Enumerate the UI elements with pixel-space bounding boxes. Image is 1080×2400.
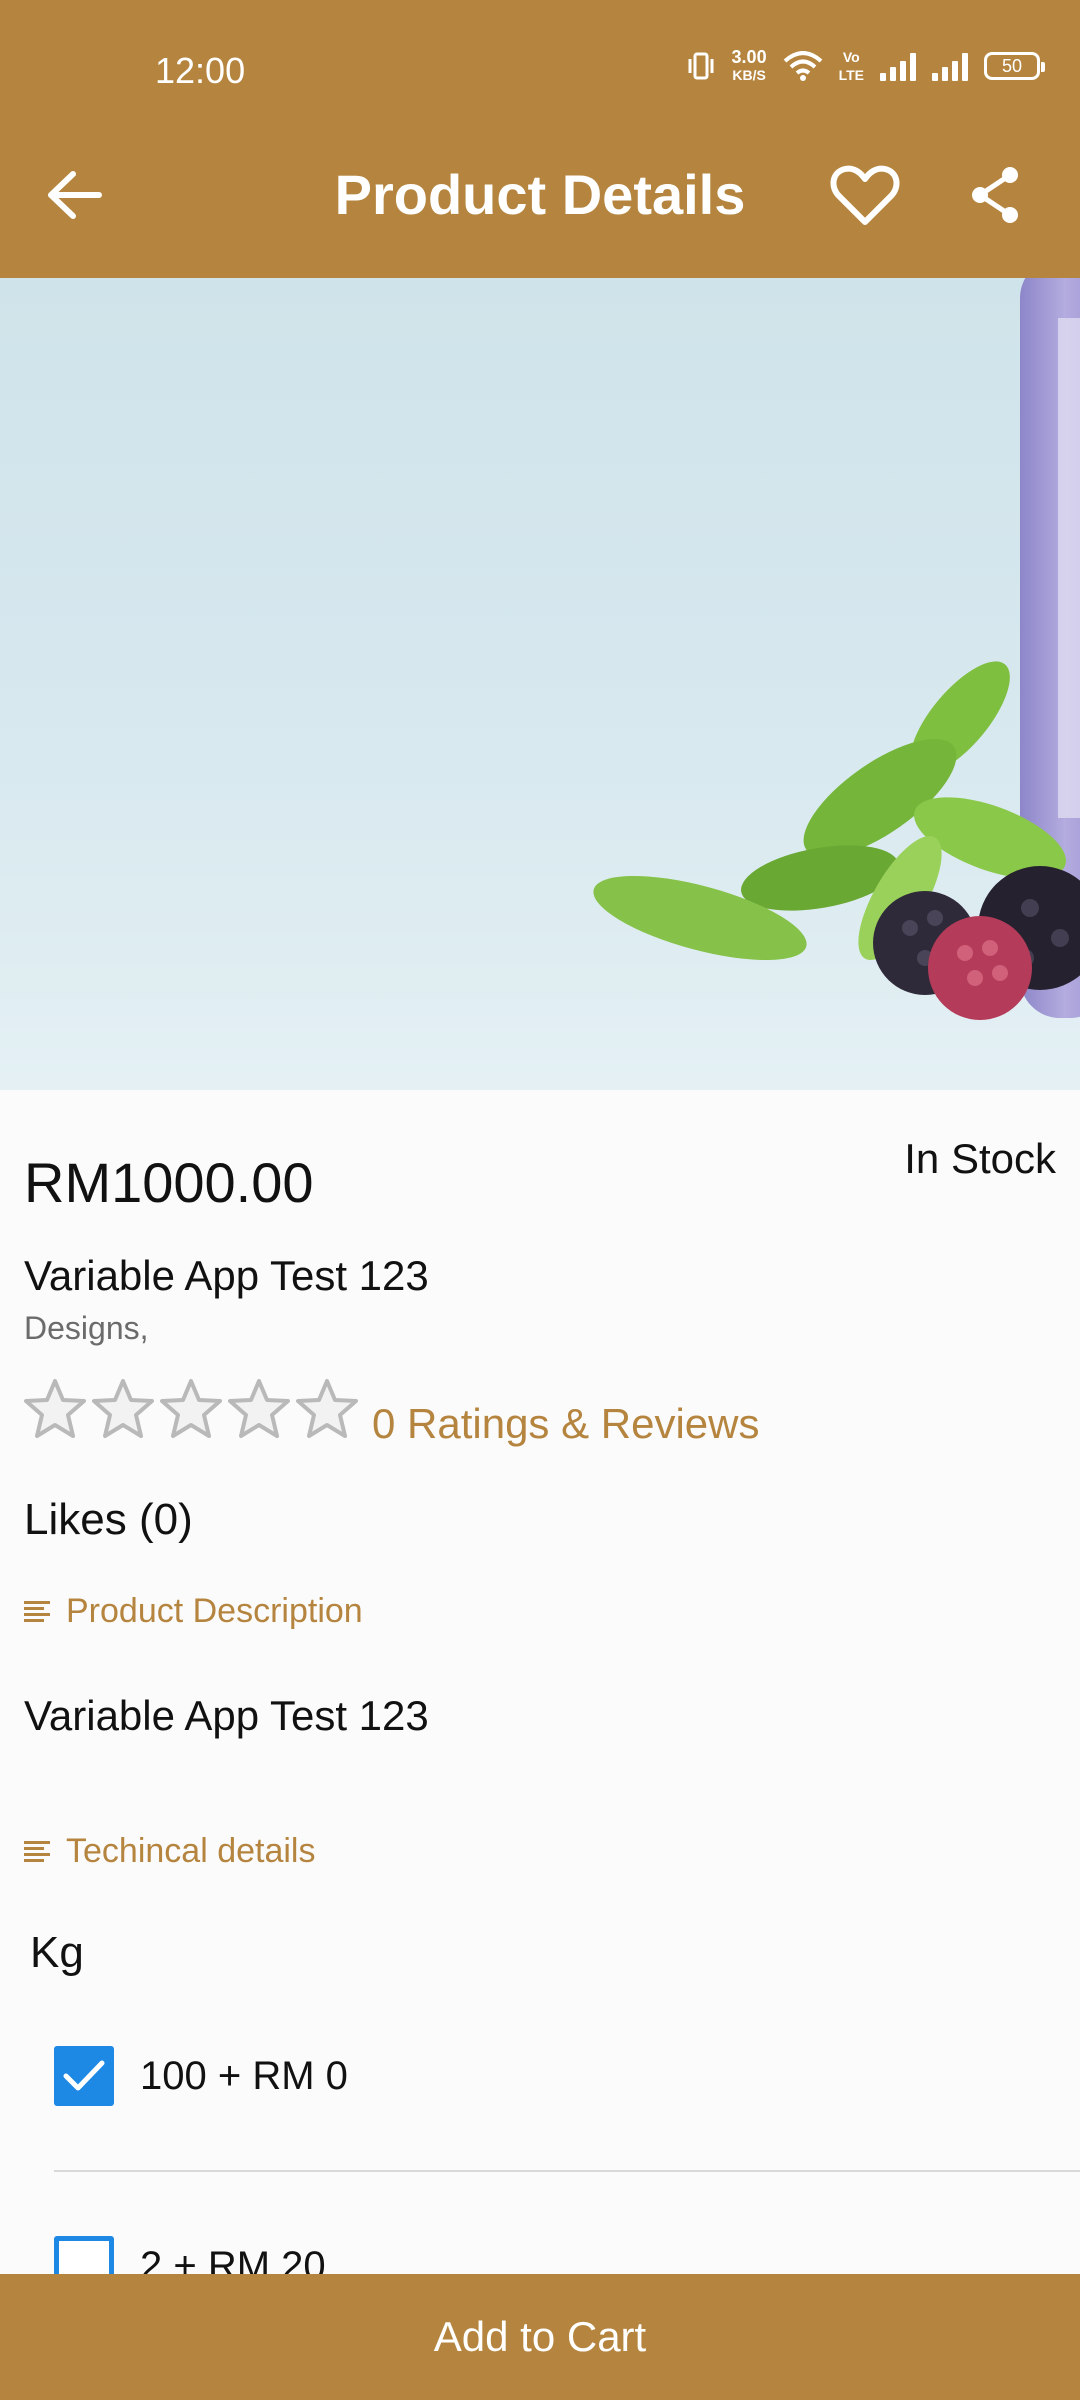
battery-icon: 50 [984, 52, 1045, 80]
status-icons: 3.00 KB/S Vo LTE 50 [686, 47, 1045, 84]
technical-heading: Techincal details [24, 1832, 315, 1871]
share-button[interactable] [960, 160, 1030, 230]
product-price: RM1000.00 [24, 1151, 314, 1214]
star-empty-icon [160, 1379, 222, 1438]
favorite-button[interactable] [826, 158, 904, 232]
attribute-name: Kg [30, 1928, 84, 1977]
signal-icon-sim1 [880, 51, 916, 81]
share-icon [972, 167, 1018, 223]
rating-stars[interactable] [24, 1378, 358, 1440]
text-lines-icon [24, 1600, 50, 1622]
likes-count[interactable]: Likes (0) [24, 1495, 193, 1545]
star-empty-icon [24, 1379, 86, 1438]
option-checkbox[interactable] [54, 2046, 114, 2106]
page-title: Product Details [334, 163, 746, 226]
product-name: Variable App Test 123 [24, 1252, 429, 1299]
signal-icon-sim2 [932, 51, 968, 81]
description-heading-label: Product Description [66, 1592, 363, 1630]
technical-heading-label: Techincal details [66, 1832, 316, 1870]
wifi-icon [783, 51, 822, 81]
product-photo [593, 278, 1080, 1020]
check-icon [63, 2060, 105, 2091]
description-heading: Product Description [24, 1592, 363, 1631]
star-empty-icon [296, 1379, 358, 1438]
star-empty-icon [228, 1379, 290, 1438]
option-divider [54, 2170, 1080, 2172]
vibrate-icon [688, 52, 714, 80]
star-empty-icon [92, 1379, 154, 1438]
volte-indicator: Vo LTE [838, 49, 864, 83]
product-category: Designs, [24, 1310, 149, 1346]
option-row[interactable]: 100 + RM 0 [54, 2046, 348, 2106]
text-lines-icon [24, 1840, 50, 1862]
add-to-cart-button[interactable]: Add to Cart [0, 2274, 1080, 2400]
description-text: Variable App Test 123 [24, 1692, 429, 1739]
product-image[interactable] [0, 278, 1080, 1090]
option-label: 100 + RM 0 [140, 2053, 348, 2098]
app-bar: 12:00 3.00 KB/S Vo LTE 50 Product Detail… [0, 0, 1080, 278]
ratings-reviews-link[interactable]: 0 Ratings & Reviews [372, 1400, 760, 1448]
stock-status: In Stock [904, 1135, 1056, 1182]
status-time: 12:00 [155, 50, 246, 91]
heart-outline-icon [830, 165, 900, 225]
network-speed: 3.00 KB/S [731, 47, 767, 83]
